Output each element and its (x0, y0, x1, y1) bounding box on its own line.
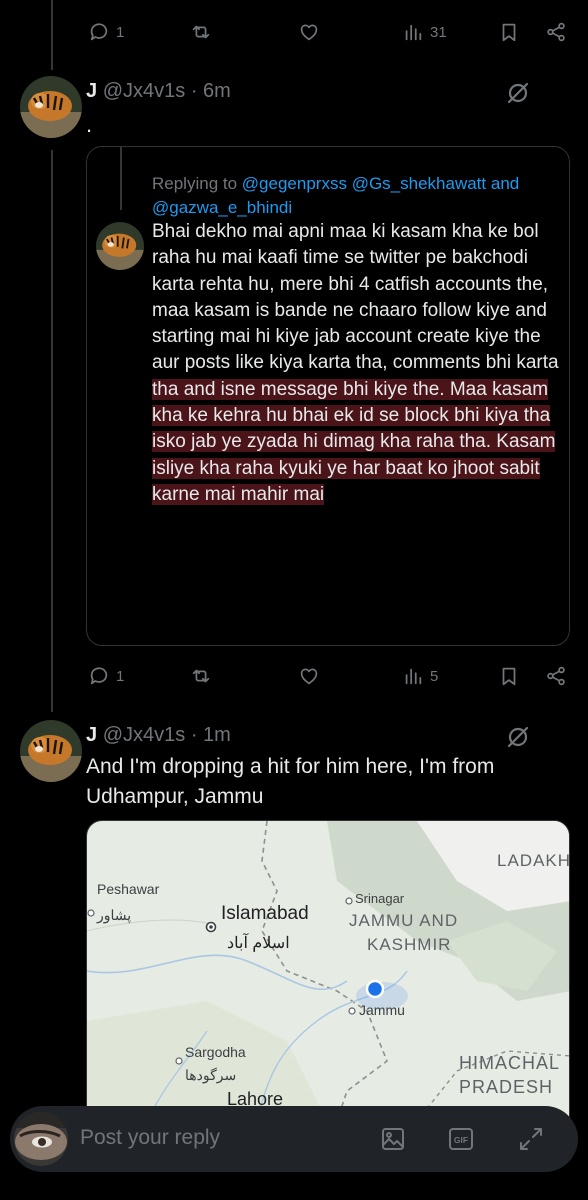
bookmark-icon (502, 667, 516, 686)
mention-link[interactable]: @Gs_shekhawatt (352, 174, 486, 193)
map-label-kashmir: KASHMIR (367, 935, 452, 954)
map-label-jammu: Jammu (359, 1002, 405, 1018)
map-label-islamabad: Islamabad (221, 903, 309, 924)
reply-composer[interactable]: Post your reply GIF (10, 1106, 578, 1172)
reply-button[interactable]: 1 (88, 12, 124, 52)
and-word: and (490, 174, 520, 193)
views-button[interactable]: 5 (402, 656, 438, 696)
bookmark-button[interactable] (498, 12, 520, 52)
expand-icon[interactable] (516, 1124, 546, 1154)
map-label-sargodha-urdu: سرگودھا (185, 1067, 237, 1083)
map-label-peshawar-urdu: پشاور (97, 907, 132, 923)
user-handle[interactable]: @Jx4v1s (103, 80, 186, 102)
bookmark-button[interactable] (498, 656, 520, 696)
display-name[interactable]: J (86, 724, 97, 746)
timestamp[interactable]: 1m (203, 724, 231, 746)
share-button[interactable] (545, 656, 567, 696)
map-label-peshawar: Peshawar (97, 881, 160, 897)
grok-icon[interactable] (505, 80, 531, 106)
heart-icon (300, 668, 318, 685)
reply-icon (90, 23, 108, 41)
share-icon (547, 666, 565, 686)
post-header: J @Jx4v1s · 1m (86, 724, 231, 747)
reply-icon (90, 667, 108, 685)
map-label-ladakh: LADAKH (497, 851, 570, 870)
tiger-avatar-image (20, 720, 82, 782)
views-count: 5 (430, 667, 439, 685)
map-label-himachal: HIMACHAL (459, 1053, 561, 1073)
avatar[interactable] (20, 76, 82, 138)
action-bar-post1: 1 5 (0, 656, 588, 696)
mention-link[interactable]: @gegenprxss (242, 174, 347, 193)
map-label-islamabad-urdu: اسلام آباد (227, 935, 290, 952)
avatar[interactable] (20, 720, 82, 782)
views-button[interactable]: 31 (402, 12, 447, 52)
separator: · (190, 724, 198, 746)
map-label-jammu-and: JAMMU AND (349, 911, 459, 930)
reply-button[interactable]: 1 (88, 656, 124, 696)
repost-button[interactable] (190, 656, 212, 696)
views-count: 31 (430, 23, 447, 41)
map-label-pradesh: PRADESH (459, 1077, 554, 1097)
user-handle[interactable]: @Jx4v1s (103, 724, 186, 746)
gif-icon[interactable]: GIF (446, 1124, 476, 1154)
quote-text-plain: Bhai dekho mai apni maa ki kasam kha ke … (152, 221, 559, 374)
tiger-avatar-image (20, 76, 82, 138)
map-label-sargodha: Sargodha (185, 1044, 246, 1060)
thread-line-middle (51, 150, 53, 712)
timestamp[interactable]: 6m (203, 80, 231, 102)
separator: · (190, 80, 198, 102)
share-icon (547, 22, 565, 42)
quote-text: Bhai dekho mai apni maa ki kasam kha ke … (152, 219, 562, 508)
views-icon (405, 668, 422, 685)
post-text: . (86, 112, 93, 137)
my-avatar[interactable] (14, 1112, 68, 1166)
reply-count: 1 (116, 23, 125, 41)
reply-input[interactable]: Post your reply (80, 1126, 220, 1150)
map-image[interactable]: Peshawar پشاور Islamabad اسلام آباد Srin… (86, 820, 570, 1120)
map-label-srinagar: Srinagar (355, 891, 405, 906)
tiger-avatar-image (96, 222, 144, 270)
post-header: J @Jx4v1s · 6m (86, 80, 231, 103)
quote-thread-line (120, 146, 122, 210)
heart-icon (300, 24, 318, 41)
repost-icon (192, 25, 210, 39)
replying-prefix: Replying to (152, 174, 238, 193)
post-text: And I'm dropping a hit for him here, I'm… (86, 755, 495, 808)
action-bar-top: 1 31 (0, 12, 588, 52)
quote-avatar[interactable] (96, 222, 144, 270)
repost-icon (192, 669, 210, 683)
mention-link[interactable]: @gazwa_e_bhindi (152, 198, 292, 217)
replying-to: Replying to @gegenprxss @Gs_shekhawatt a… (152, 172, 562, 220)
svg-text:GIF: GIF (454, 1135, 468, 1145)
display-name[interactable]: J (86, 80, 97, 102)
my-avatar-image (14, 1112, 68, 1166)
like-button[interactable] (298, 12, 320, 52)
reply-count: 1 (116, 667, 125, 685)
like-button[interactable] (298, 656, 320, 696)
share-button[interactable] (545, 12, 567, 52)
quote-text-highlighted: tha and isne message bhi kiye the. Maa k… (152, 378, 556, 505)
grok-icon[interactable] (505, 724, 531, 750)
bookmark-icon (502, 23, 516, 42)
views-icon (405, 24, 422, 41)
image-icon[interactable] (378, 1124, 408, 1154)
repost-button[interactable] (190, 12, 212, 52)
